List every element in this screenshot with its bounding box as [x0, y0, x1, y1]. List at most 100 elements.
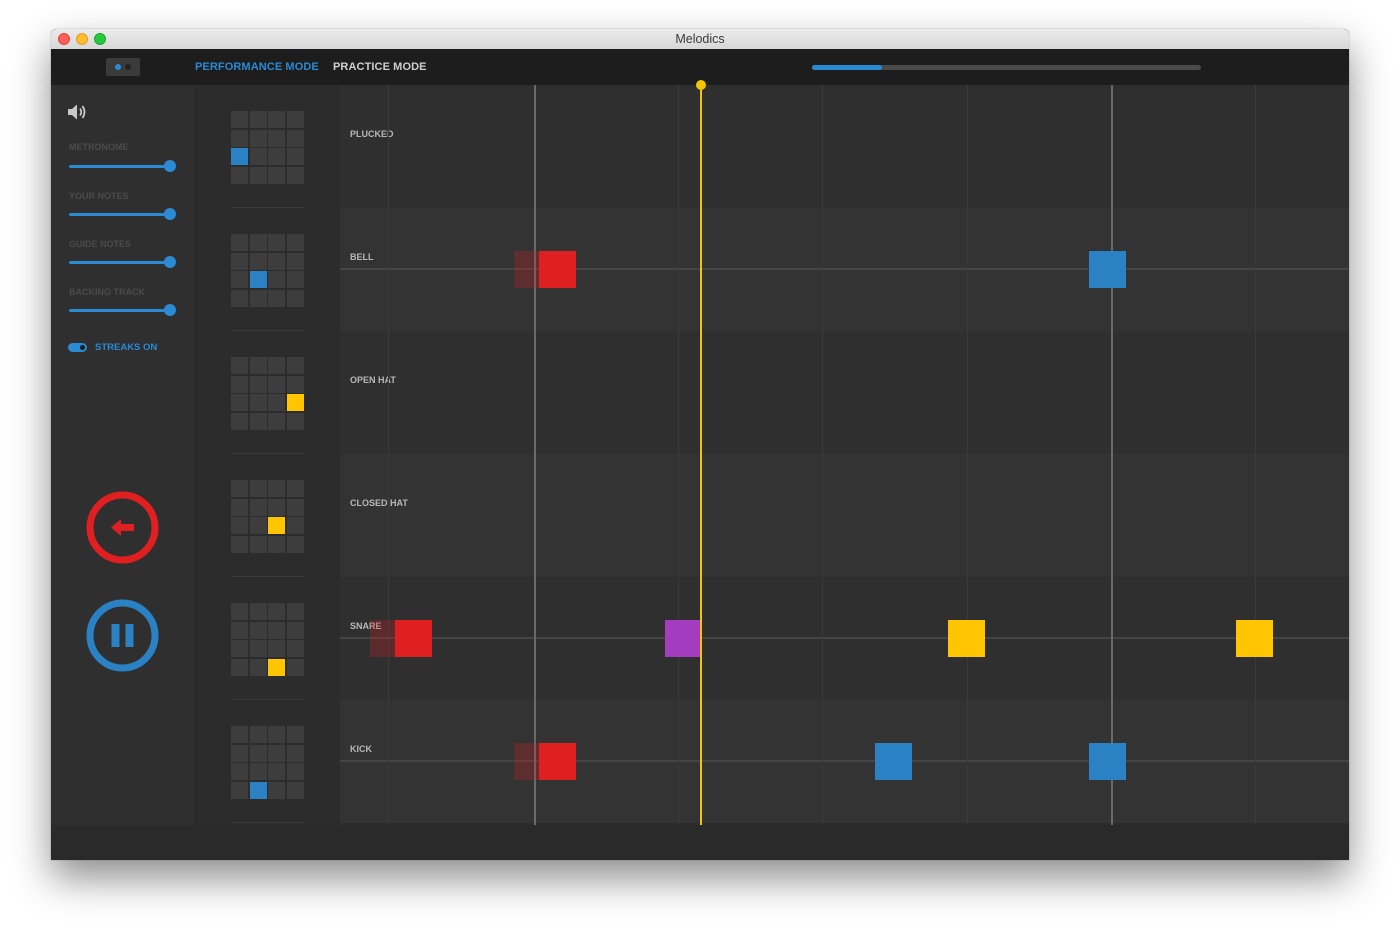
pad-cell-active [249, 782, 267, 800]
pad-grid [231, 357, 305, 431]
pad-cell [268, 498, 286, 516]
pause-icon [86, 599, 159, 672]
pad-cell [268, 621, 286, 639]
pad-cell [249, 536, 267, 554]
metronome-slider[interactable] [69, 160, 176, 172]
tab-practice-mode[interactable]: PRACTICE MODE [333, 61, 427, 73]
lane-track-line [340, 268, 1349, 270]
lane-bell: BELL [340, 208, 1349, 331]
pad-cell [231, 659, 248, 677]
pad-cell [287, 744, 305, 762]
lane-label: PLUCKED [350, 129, 394, 139]
your-notes-slider[interactable] [69, 208, 176, 220]
pad-cell [249, 357, 267, 374]
pad-cell [268, 413, 286, 431]
lane-label: KICK [350, 744, 372, 754]
pad-cell [231, 129, 248, 147]
backing-track-slider[interactable] [69, 304, 176, 316]
pad-cell [231, 480, 248, 497]
pad-cell [231, 357, 248, 374]
your-notes-label: YOUR NOTES [69, 191, 129, 201]
pad-cell [231, 621, 248, 639]
pad-cell [231, 536, 248, 554]
pad-cell [249, 252, 267, 270]
pause-button[interactable] [86, 599, 159, 672]
pad-cell [268, 603, 286, 620]
pad-cell [287, 659, 305, 677]
pad-cell [231, 763, 248, 781]
view-toggle-button[interactable] [106, 58, 140, 76]
pad-cell [268, 167, 286, 185]
pad-cell [287, 536, 305, 554]
your-notes-slider-handle[interactable] [164, 208, 176, 220]
pad-map-kick [196, 700, 340, 823]
pad-cell-active [268, 517, 286, 535]
guide-notes-label: GUIDE NOTES [69, 239, 132, 249]
note-block [1236, 620, 1274, 657]
volume-icon[interactable] [67, 103, 89, 126]
streaks-toggle[interactable] [68, 343, 87, 352]
lane-closed-hat: CLOSED HAT [340, 454, 1349, 577]
pad-cell [287, 252, 305, 270]
window-title: Melodics [675, 32, 725, 46]
bar-line [1110, 85, 1113, 825]
pad-cell [249, 603, 267, 620]
pad-grid [231, 726, 305, 800]
pad-map-snare [196, 577, 340, 700]
pad-cell [249, 640, 267, 658]
pad-cell [287, 517, 305, 535]
lesson-progress-fill [812, 65, 883, 70]
restart-button[interactable] [86, 491, 159, 564]
view-toggle-dot-icon [125, 64, 131, 70]
pad-cell [268, 357, 286, 374]
pad-grid [231, 480, 305, 554]
pad-cell [287, 111, 305, 128]
pad-cell [231, 782, 248, 800]
lane-label: CLOSED HAT [350, 498, 408, 508]
pad-map-plucked [196, 85, 340, 208]
guide-notes-slider[interactable] [69, 256, 176, 268]
pad-cell-active [249, 271, 267, 289]
title-bar[interactable]: Melodics [51, 29, 1349, 50]
note-block [394, 620, 432, 657]
pad-cell [287, 640, 305, 658]
pad-cell [249, 498, 267, 516]
lane-track-line [340, 760, 1349, 762]
backing-track-slider-handle[interactable] [164, 304, 176, 316]
lane-track-line [340, 637, 1349, 639]
pad-cell-active [268, 659, 286, 677]
pad-cell [231, 234, 248, 251]
lesson-progress-bar[interactable] [812, 65, 1201, 70]
app-window: Melodics PERFORMANCE MODE PRACTICE MODE … [51, 29, 1349, 860]
pad-cell [268, 271, 286, 289]
pad-cell [268, 726, 286, 743]
pad-cell [249, 480, 267, 497]
pad-cell [268, 290, 286, 308]
pad-cell [249, 726, 267, 743]
pad-cell [268, 129, 286, 147]
pad-grid [231, 603, 305, 677]
footer-bar [51, 825, 1349, 860]
pad-cell [231, 252, 248, 270]
metronome-slider-handle[interactable] [164, 160, 176, 172]
pad-cell [249, 394, 267, 412]
pad-divider [231, 822, 304, 823]
pad-cell [249, 234, 267, 251]
pad-cell [231, 167, 248, 185]
note-block [1088, 743, 1126, 780]
pad-cell [287, 498, 305, 516]
pad-cell [287, 480, 305, 497]
tab-performance-mode[interactable]: PERFORMANCE MODE [195, 61, 319, 73]
lane-kick: KICK [340, 700, 1349, 823]
pad-cell [231, 517, 248, 535]
pad-cell [268, 148, 286, 166]
pad-cell [249, 413, 267, 431]
pad-cell [249, 375, 267, 393]
guide-notes-slider-handle[interactable] [164, 256, 176, 268]
pad-cell [268, 763, 286, 781]
pad-cell [231, 744, 248, 762]
pad-cell [268, 536, 286, 554]
pad-cell [287, 290, 305, 308]
pad-cell [231, 111, 248, 128]
pad-cell [287, 129, 305, 147]
